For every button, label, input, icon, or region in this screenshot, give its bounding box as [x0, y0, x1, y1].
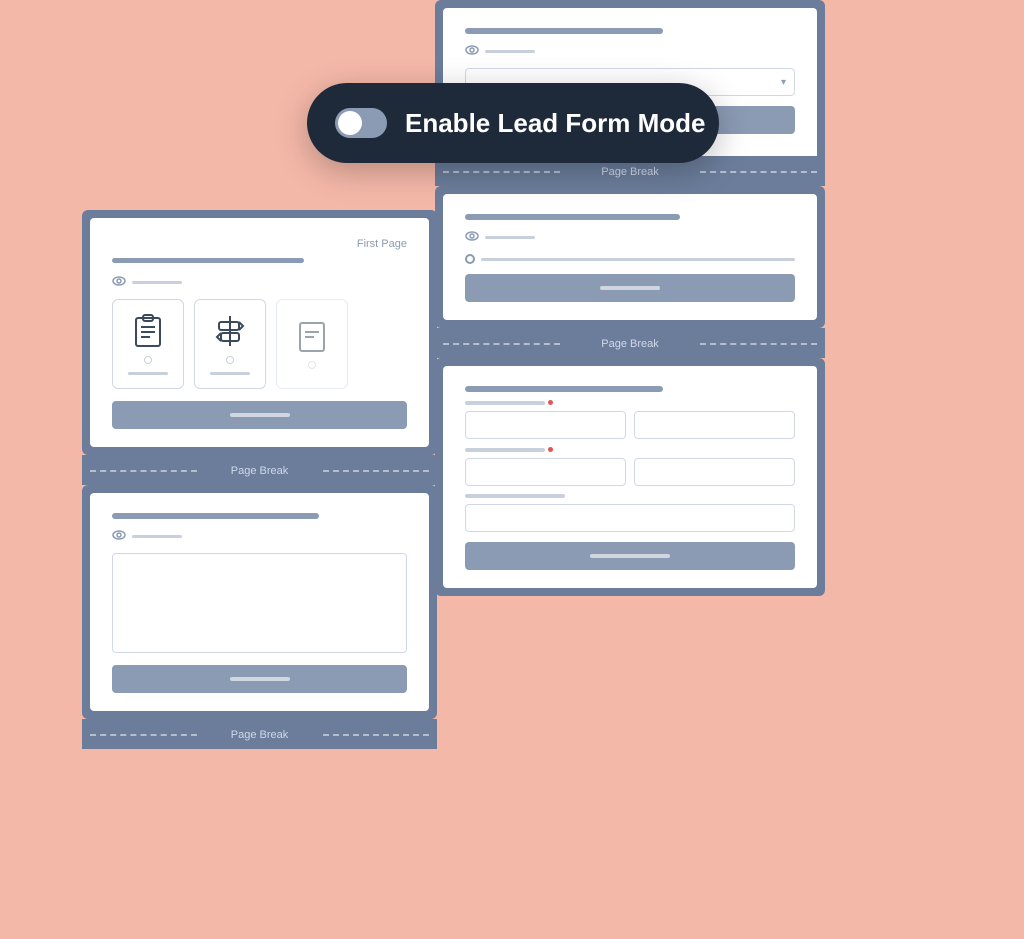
page2-eye-row — [112, 529, 407, 543]
left-break2-label: Page Break — [231, 729, 288, 741]
page2-title-bar — [112, 513, 319, 519]
r3-label-row-1 — [465, 400, 795, 405]
r3-input-2b[interactable] — [634, 458, 795, 486]
r3-btn-inner — [590, 554, 670, 558]
textarea-placeholder[interactable] — [112, 553, 407, 653]
right-page-3-card — [443, 366, 817, 588]
right-break1-label: Page Break — [601, 166, 658, 178]
right-page-break-2: Page Break — [435, 328, 825, 358]
left-form-stack: First Page — [82, 210, 437, 749]
page2-btn-inner — [230, 677, 290, 681]
left-page-break-1: Page Break — [82, 455, 437, 485]
page2-button[interactable] — [112, 665, 407, 693]
right-break2-label: Page Break — [601, 338, 658, 350]
card-dot — [144, 356, 152, 364]
r2-title — [465, 214, 680, 220]
card-dot — [226, 356, 234, 364]
r3-input-1b[interactable] — [634, 411, 795, 439]
left-page-1: First Page — [82, 210, 437, 455]
left-break1-label: Page Break — [231, 465, 288, 477]
eye-icon-r2 — [465, 230, 479, 244]
r3-label-bar-2 — [465, 448, 545, 452]
first-page-label: First Page — [112, 238, 407, 250]
icon-card-signpost[interactable] — [194, 299, 266, 389]
icon-cards-row — [112, 299, 407, 389]
card-line — [210, 372, 250, 375]
left-page-1-card: First Page — [90, 218, 429, 447]
r3-title — [465, 386, 663, 392]
card-line — [128, 372, 168, 375]
page1-title-bar — [112, 258, 304, 263]
left-page-break-2: Page Break — [82, 719, 437, 749]
r0-title — [465, 28, 663, 34]
r3-label-bar-3 — [465, 494, 565, 498]
slider-track[interactable] — [481, 258, 795, 261]
r3-label-row-3 — [465, 494, 795, 498]
eye-bar — [132, 281, 182, 284]
left-page-2-card — [90, 493, 429, 711]
r3-input-1a[interactable] — [465, 411, 626, 439]
left-page-2 — [82, 485, 437, 719]
required-indicator-2 — [548, 447, 553, 452]
eye-bar-2 — [132, 535, 182, 538]
r3-label-bar-1 — [465, 401, 545, 405]
enable-lead-form-toggle[interactable]: Enable Lead Form Mode — [307, 83, 719, 163]
right-page-3 — [435, 358, 825, 596]
eye-icon-r0 — [465, 44, 479, 58]
r0-eye-row — [465, 44, 795, 58]
eye-bar-r0 — [485, 50, 535, 53]
r3-two-col-2 — [465, 458, 795, 486]
right-page-2-card — [443, 194, 817, 320]
page1-eye-row — [112, 275, 407, 289]
right-page-2 — [435, 186, 825, 328]
page1-btn-inner — [230, 413, 290, 417]
r3-label-row-2 — [465, 447, 795, 452]
r3-two-col-1 — [465, 411, 795, 439]
slider-thumb[interactable] — [465, 254, 475, 264]
r3-input-2a[interactable] — [465, 458, 626, 486]
eye-icon — [112, 275, 126, 289]
toggle-switch-icon[interactable] — [335, 108, 387, 138]
r2-button[interactable] — [465, 274, 795, 302]
r3-input-3[interactable] — [465, 504, 795, 532]
r2-btn-inner — [600, 286, 660, 290]
page1-button[interactable] — [112, 401, 407, 429]
r3-button[interactable] — [465, 542, 795, 570]
eye-icon-2 — [112, 529, 126, 543]
card-dot — [308, 361, 316, 369]
eye-bar-r2 — [485, 236, 535, 239]
required-indicator-1 — [548, 400, 553, 405]
r2-eye-row — [465, 230, 795, 244]
toggle-label: Enable Lead Form Mode — [405, 108, 706, 139]
icon-card-clipboard[interactable] — [112, 299, 184, 389]
r2-slider-row — [465, 254, 795, 264]
icon-card-partial[interactable] — [276, 299, 348, 389]
